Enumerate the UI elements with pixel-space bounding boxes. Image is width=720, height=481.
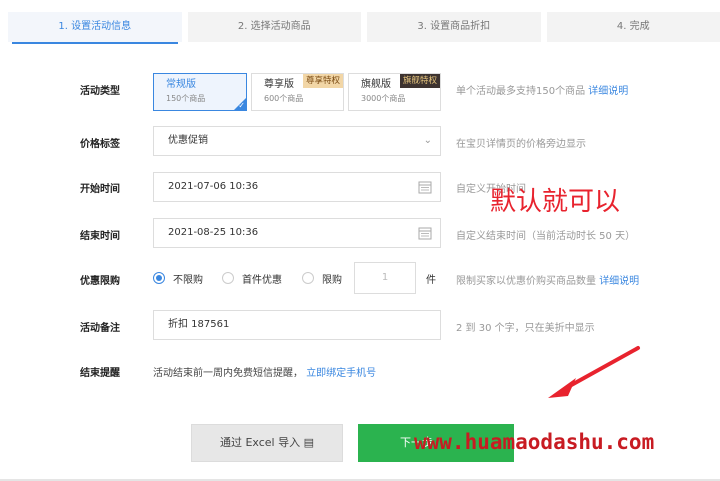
remark-label: 活动备注 (80, 323, 120, 334)
watermark: www.huamaodashu.com (414, 430, 655, 454)
end-time-input[interactable]: 2021-08-25 10:36 (153, 218, 441, 248)
activity-card-premium[interactable]: 尊享版 600个商品 尊享特权 (251, 73, 344, 111)
remind-description: 活动结束前一周内免费短信提醒， (153, 368, 303, 379)
start-time-value: 2021-07-06 10:36 (168, 181, 259, 192)
remind-text: 活动结束前一周内免费短信提醒， 立即绑定手机号 (153, 364, 376, 379)
price-tag-select[interactable]: 优惠促销 ⌄ (153, 126, 441, 156)
price-tag-label: 价格标签 (80, 139, 120, 150)
end-time-value: 2021-08-25 10:36 (168, 227, 259, 238)
premium-tag: 尊享特权 (302, 74, 343, 88)
step-1[interactable]: 1. 设置活动信息 (8, 12, 182, 44)
limit-unit: 件 (426, 275, 436, 286)
radio-no-limit[interactable] (153, 272, 165, 284)
activity-card-standard[interactable]: 常规版 150个商品 ✓ (153, 73, 247, 111)
checkmark-icon: ✓ (238, 101, 245, 110)
limit-quantity-input[interactable]: 1 (354, 262, 416, 294)
end-time-label: 结束时间 (80, 231, 120, 242)
hint-text: 限制买家以优惠价购买商品数量 (456, 276, 596, 287)
calendar-icon[interactable] (418, 173, 432, 204)
remind-label: 结束提醒 (80, 368, 120, 379)
annotation-note: 默认就可以 (490, 187, 621, 217)
end-time-hint: 自定义结束时间（当前活动时长 50 天） (456, 231, 636, 242)
limit-label: 优惠限购 (80, 276, 120, 287)
activity-type-hint: 单个活动最多支持150个商品 详细说明 (456, 82, 628, 97)
flagship-tag: 旗舰特权 (399, 74, 440, 88)
radio-no-limit-label[interactable]: 不限购 (173, 271, 203, 286)
excel-import-label: 通过 Excel 导入 (219, 436, 301, 449)
price-tag-hint: 在宝贝详情页的价格旁边显示 (456, 139, 586, 150)
step-2[interactable]: 2. 选择活动商品 (187, 12, 361, 42)
hint-text: 单个活动最多支持150个商品 (456, 86, 586, 97)
details-link[interactable]: 详细说明 (599, 276, 639, 287)
chevron-down-icon: ⌄ (423, 135, 432, 146)
steps-bar: 1. 设置活动信息 2. 选择活动商品 3. 设置商品折扣 4. 完成 (8, 12, 720, 44)
card-sub: 600个商品 (264, 94, 304, 103)
bind-phone-link[interactable]: 立即绑定手机号 (306, 368, 376, 379)
annotation-arrow-icon (548, 346, 640, 398)
step-3[interactable]: 3. 设置商品折扣 (367, 12, 541, 42)
activity-type-label: 活动类型 (80, 86, 120, 97)
remark-value: 折扣 187561 (168, 319, 230, 330)
excel-import-button[interactable]: 通过 Excel 导入 ▤ (191, 424, 343, 462)
card-sub: 3000个商品 (361, 94, 406, 103)
radio-first-item-label[interactable]: 首件优惠 (242, 271, 282, 286)
radio-limit-label[interactable]: 限购 (322, 271, 342, 286)
calendar-icon[interactable] (418, 219, 432, 250)
activity-card-flagship[interactable]: 旗舰版 3000个商品 旗舰特权 (348, 73, 441, 111)
price-tag-value: 优惠促销 (168, 135, 208, 146)
excel-icon: ▤ (303, 436, 315, 449)
start-time-label: 开始时间 (80, 184, 120, 195)
radio-first-item[interactable] (222, 272, 234, 284)
start-time-input[interactable]: 2021-07-06 10:36 (153, 172, 441, 202)
details-link[interactable]: 详细说明 (588, 86, 628, 97)
remark-input[interactable]: 折扣 187561 (153, 310, 441, 340)
step-4[interactable]: 4. 完成 (546, 12, 720, 42)
remark-hint: 2 到 30 个字，只在美折中显示 (456, 323, 595, 334)
limit-hint: 限制买家以优惠价购买商品数量 详细说明 (456, 272, 639, 287)
card-title: 常规版 (166, 79, 196, 90)
radio-limit[interactable] (302, 272, 314, 284)
